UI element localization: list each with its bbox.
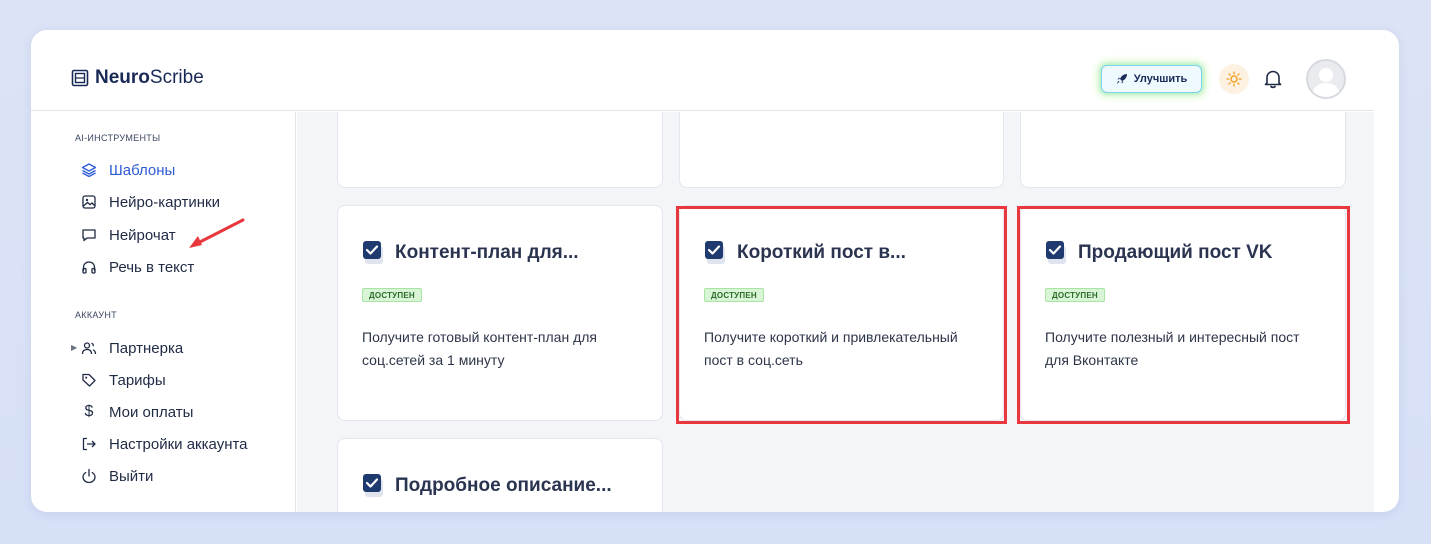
sidebar-item-label: Шаблоны [109, 161, 176, 179]
card-title-text: Контент-план для... [395, 242, 579, 263]
headphones-icon [81, 259, 97, 275]
card-title-text: Продающий пост VK [1078, 242, 1273, 263]
sidebar-item-templates[interactable]: Шаблоны [81, 160, 175, 180]
sidebar: AI-ИНСТРУМЕНТЫ Шаблоны Нейро-картинки Не… [31, 112, 296, 512]
header: Neuro Scribe Улучшить [31, 30, 1374, 111]
rocket-icon [1116, 74, 1127, 84]
card-title: Короткий пост в... [704, 240, 906, 266]
status-badge: ДОСТУПЕН [704, 288, 764, 302]
template-card-partial[interactable] [1020, 112, 1346, 188]
notifications-button[interactable] [1261, 67, 1285, 91]
dollar-icon: $ [84, 403, 94, 420]
checkbox-icon [363, 474, 383, 497]
sidebar-item-label: Выйти [109, 467, 154, 485]
users-icon [81, 340, 97, 356]
sidebar-item-logout[interactable]: Выйти [81, 466, 153, 486]
app-window: Neuro Scribe Улучшить AI-ИНСТРУМЕНТЫ Шаб… [31, 30, 1399, 512]
card-description: Получите готовый контент-план для соц.се… [362, 329, 598, 368]
bell-icon [1264, 70, 1282, 89]
tag-icon [81, 372, 97, 388]
sidebar-item-label: Нейрочат [109, 226, 176, 244]
card-title: Подробное описание... [362, 473, 612, 499]
layers-icon [81, 162, 97, 178]
logo-text-bold: Neuro [95, 67, 150, 88]
card-title: Продающий пост VK [1045, 240, 1273, 266]
template-card-partial[interactable] [337, 112, 663, 188]
sidebar-item-payments[interactable]: $ Мои оплаты [81, 402, 194, 422]
status-badge: ДОСТУПЕН [1045, 288, 1105, 302]
sidebar-item-label: Партнерка [109, 339, 184, 357]
sidebar-item-neurochat[interactable]: Нейрочат [81, 225, 176, 245]
sun-icon [1226, 71, 1242, 87]
sidebar-item-label: Речь в текст [109, 258, 195, 276]
theme-toggle-button[interactable] [1219, 64, 1249, 94]
card-title-text: Подробное описание... [395, 475, 612, 496]
sidebar-item-tariffs[interactable]: Тарифы [81, 370, 166, 390]
checkbox-icon [1046, 241, 1066, 264]
template-card-content-plan[interactable]: Контент-план для... ДОСТУПЕН Получите го… [337, 205, 663, 421]
status-badge: ДОСТУПЕН [362, 288, 422, 302]
chat-icon [81, 227, 97, 243]
avatar[interactable] [1306, 59, 1346, 99]
checkbox-icon [705, 241, 725, 264]
sidebar-item-label: Тарифы [109, 371, 166, 389]
template-card-detailed-description[interactable]: Подробное описание... [337, 438, 663, 512]
card-title-text: Короткий пост в... [737, 242, 906, 263]
section-title-tools: AI-ИНСТРУМЕНТЫ [75, 133, 161, 143]
logo-text-light: Scribe [149, 67, 204, 88]
sidebar-item-partner[interactable]: ▶ Партнерка [71, 338, 184, 358]
card-title: Контент-план для... [362, 240, 579, 266]
sidebar-item-label: Настройки аккаунта [109, 435, 248, 453]
upgrade-button[interactable]: Улучшить [1101, 65, 1202, 93]
logout-arrow-icon [81, 436, 97, 452]
upgrade-label: Улучшить [1133, 73, 1188, 85]
sidebar-item-speech-to-text[interactable]: Речь в текст [81, 257, 194, 277]
logo[interactable]: Neuro Scribe [71, 67, 204, 89]
image-icon [81, 194, 97, 210]
sidebar-item-account-settings[interactable]: Настройки аккаунта [81, 434, 248, 454]
power-icon [81, 468, 97, 484]
caret-right-icon: ▶ [71, 343, 78, 352]
annotation-arrow [189, 218, 245, 248]
user-avatar-icon [1312, 68, 1340, 97]
template-card-partial[interactable] [679, 112, 1004, 188]
sidebar-item-label: Мои оплаты [109, 403, 194, 421]
templates-grid: Контент-план для... ДОСТУПЕН Получите го… [297, 112, 1374, 512]
template-card-short-post[interactable]: Короткий пост в... ДОСТУПЕН Получите кор… [679, 205, 1004, 421]
section-title-account: АККАУНТ [75, 310, 117, 320]
sidebar-item-neuro-images[interactable]: Нейро-картинки [81, 192, 220, 212]
sidebar-item-label: Нейро-картинки [109, 193, 220, 211]
template-card-selling-post-vk[interactable]: Продающий пост VK ДОСТУПЕН Получите поле… [1020, 205, 1346, 421]
card-description: Получите полезный и интересный пост для … [1045, 329, 1300, 368]
checkbox-icon [363, 241, 383, 264]
logo-icon [71, 69, 89, 87]
card-description: Получите короткий и привлекательный пост… [704, 329, 958, 368]
